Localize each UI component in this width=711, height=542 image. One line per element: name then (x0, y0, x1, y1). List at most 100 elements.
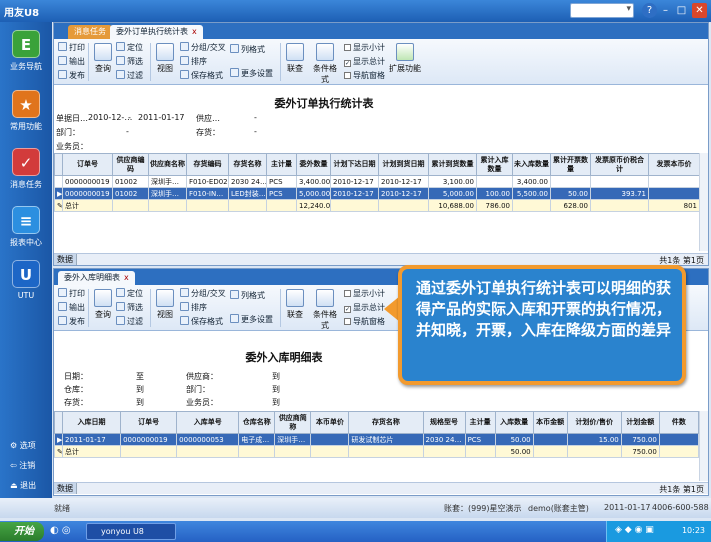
group-button[interactable]: 分组/交叉 (180, 42, 226, 53)
data-tab[interactable]: 数据 (54, 483, 77, 494)
query-button[interactable]: 查询 (92, 43, 114, 74)
options-link[interactable]: ⚙ 选项 (10, 440, 36, 451)
conditional-format-button[interactable]: 条件格式 (310, 43, 340, 85)
minimize-button[interactable]: – (658, 3, 673, 18)
query-button[interactable]: 查询 (92, 289, 114, 320)
vertical-scrollbar[interactable] (699, 411, 708, 481)
linked-query-button[interactable]: 联查 (284, 43, 306, 74)
extension-icon (396, 43, 414, 61)
linked-query-button[interactable]: 联查 (284, 289, 306, 320)
column-header[interactable]: 入库日期 (61, 411, 122, 434)
output-button[interactable]: 输出 (58, 302, 85, 313)
column-header[interactable]: 存货名称 (348, 411, 424, 434)
column-header[interactable]: 计划到货日期 (378, 153, 429, 176)
column-header[interactable]: 发票原币价税合计 (590, 153, 649, 176)
column-header[interactable]: 委外数量 (296, 153, 331, 176)
column-header[interactable]: 计划下达日期 (330, 153, 379, 176)
nav-item-business[interactable]: E 业务导航 (0, 30, 52, 72)
column-header[interactable]: 规格型号 (422, 411, 466, 434)
column-header[interactable]: 累计入库数量 (476, 153, 513, 176)
print-button[interactable]: 打印 (58, 42, 85, 53)
exit-link[interactable]: ⏏ 退出 (10, 480, 36, 491)
column-header[interactable]: 存货编码 (186, 153, 229, 176)
sort-button[interactable]: 排序 (180, 56, 207, 67)
tab-inbound-detail[interactable]: 委外入库明细表 x (58, 271, 135, 285)
help-button[interactable]: ? (642, 3, 657, 18)
start-button[interactable]: 开始 (0, 522, 44, 541)
taskbar-item-u8[interactable]: yonyou U8 (86, 523, 176, 540)
nav-item-utu[interactable]: U UTU (0, 260, 52, 300)
locate-button[interactable]: 定位 (116, 42, 143, 53)
search-input[interactable]: ▾ (570, 3, 634, 18)
column-format-button[interactable]: 列格式 (230, 290, 265, 301)
column-header[interactable]: 计划价/售价 (566, 411, 622, 434)
filter-button[interactable]: 筛选 (116, 302, 143, 313)
column-header[interactable]: 发票本币价 (648, 153, 700, 176)
search-dropdown-icon[interactable]: ▾ (626, 4, 631, 14)
column-header[interactable]: 主计量 (266, 153, 297, 176)
tab-order-execution[interactable]: 委外订单执行统计表 x (110, 25, 203, 39)
table-row-selected[interactable]: ▶ 2011-01-17 0000000019 0000000053 电子成… 深圳手… 研… (54, 433, 700, 446)
divider (88, 289, 89, 327)
view-button[interactable]: 视图 (154, 289, 176, 320)
publish-button[interactable]: 发布 (58, 70, 85, 81)
column-header[interactable]: 件数 (658, 411, 700, 434)
vertical-scrollbar[interactable] (699, 153, 708, 251)
locate-button[interactable]: 定位 (116, 288, 143, 299)
show-subtotal-checkbox[interactable]: 显示小计 (344, 42, 385, 53)
sort-button[interactable]: 排序 (180, 302, 207, 313)
show-nav-checkbox[interactable]: 导航窗格 (344, 316, 385, 327)
show-total-checkbox[interactable]: ✓ 显示总计 (344, 56, 385, 67)
save-format-button[interactable]: 保存格式 (180, 70, 223, 81)
maximize-button[interactable]: □ (674, 3, 689, 18)
close-tab-icon[interactable]: x (192, 27, 197, 36)
column-header[interactable]: 累计到货数量 (428, 153, 477, 176)
column-header[interactable]: 主计量 (464, 411, 496, 434)
column-header[interactable]: 入库数量 (494, 411, 534, 434)
conditional-format-button[interactable]: 条件格式 (310, 289, 340, 331)
close-tab-icon[interactable]: x (124, 273, 129, 282)
column-header[interactable]: 订单号 (120, 411, 178, 434)
more-settings-button[interactable]: 更多设置 (230, 314, 273, 325)
close-button[interactable]: ✕ (692, 3, 707, 18)
filter-button[interactable]: 筛选 (116, 56, 143, 67)
column-header[interactable]: 供应商简称 (274, 411, 312, 434)
table-row[interactable]: 0000000019 01002 深圳手… F010-ED02 2030 24… PCS 3… (54, 175, 700, 188)
tab-messages[interactable]: 消息任务 (68, 25, 112, 39)
column-header[interactable]: 仓库名称 (238, 411, 276, 434)
save-format-button[interactable]: 保存格式 (180, 316, 223, 327)
print-button[interactable]: 打印 (58, 288, 85, 299)
group-button[interactable]: 分组/交叉 (180, 288, 226, 299)
column-header[interactable]: 入库单号 (176, 411, 240, 434)
column-header[interactable]: 订单号 (62, 153, 113, 176)
column-header[interactable]: 累计开票数量 (550, 153, 591, 176)
view-button[interactable]: 视图 (154, 43, 176, 74)
logout-link[interactable]: ⇦ 注销 (10, 460, 35, 471)
nav-item-messages[interactable]: ✓ 消息任务 (0, 148, 52, 190)
column-format-button[interactable]: 列格式 (230, 44, 265, 55)
column-header[interactable]: 供应商名称 (148, 153, 187, 176)
total-cell (378, 199, 429, 212)
column-header[interactable]: 本币单价 (310, 411, 350, 434)
more-settings-button[interactable]: 更多设置 (230, 68, 273, 79)
show-nav-checkbox[interactable]: 导航窗格 (344, 70, 385, 81)
column-header[interactable]: 本币金额 (532, 411, 568, 434)
tray-icons[interactable]: ◈ ◆ ◉ ▣ (615, 525, 654, 535)
nav-item-common[interactable]: ★ 常用功能 (0, 90, 52, 132)
show-total-checkbox[interactable]: ✓ 显示总计 (344, 302, 385, 313)
output-button[interactable]: 输出 (58, 56, 85, 67)
nav-item-reports[interactable]: ≡ 报表中心 (0, 206, 52, 248)
filter2-button[interactable]: 过滤 (116, 70, 143, 81)
column-header[interactable]: 未入库数量 (512, 153, 551, 176)
quick-launch-icon[interactable]: ◐ ◎ (50, 525, 71, 536)
column-header[interactable]: 供应商编码 (112, 153, 149, 176)
data-tab[interactable]: 数据 (54, 254, 77, 265)
show-subtotal-checkbox[interactable]: 显示小计 (344, 288, 385, 299)
status-date: 2011-01-17 (604, 503, 651, 512)
table-row-selected[interactable]: ▶ 0000000019 01002 深圳手… F010-IN… LED封装… PCS 5,0… (54, 187, 700, 200)
extension-button[interactable]: 扩展功能 (388, 43, 422, 74)
column-header[interactable]: 存货名称 (228, 153, 267, 176)
filter2-button[interactable]: 过滤 (116, 316, 143, 327)
publish-button[interactable]: 发布 (58, 316, 85, 327)
column-header[interactable]: 计划金额 (620, 411, 660, 434)
